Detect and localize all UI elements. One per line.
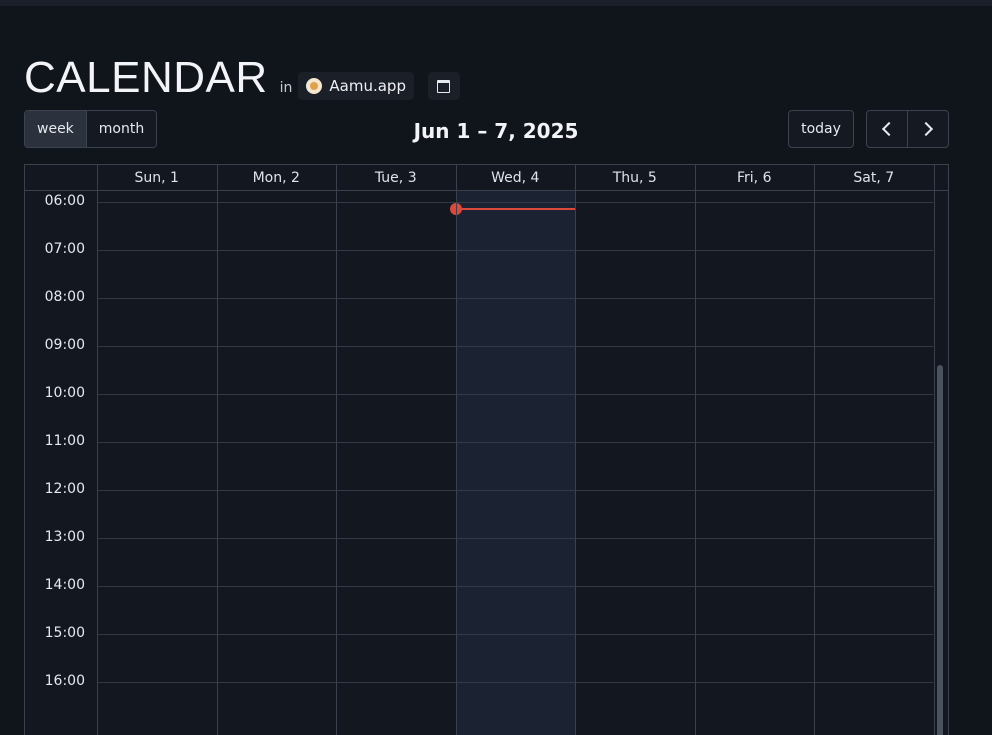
day-column-divider xyxy=(216,165,218,735)
hour-label: 09:00 xyxy=(44,337,85,353)
hour-label: 10:00 xyxy=(44,385,85,401)
hour-label: 08:00 xyxy=(44,289,85,305)
hour-label: 07:00 xyxy=(44,241,85,257)
day-header-row: Sun, 1 Mon, 2 Tue, 3 Wed, 4 Thu, 5 Fri, 6 Sat,… xyxy=(25,165,948,191)
day-header[interactable]: Tue, 3 xyxy=(336,165,456,190)
workspace-selector[interactable]: Aamu.app xyxy=(298,72,414,100)
hour-gridline xyxy=(97,394,933,395)
day-header[interactable]: Wed, 4 xyxy=(456,165,576,190)
day-header[interactable]: Sun, 1 xyxy=(97,165,217,190)
hour-gridline xyxy=(97,202,933,203)
hour-gridline xyxy=(97,250,933,251)
in-label: in xyxy=(279,80,293,96)
day-column-divider xyxy=(455,165,457,735)
hour-gridline xyxy=(97,490,933,491)
hour-gridline xyxy=(97,682,933,683)
hour-label: 11:00 xyxy=(44,433,85,449)
day-column-divider xyxy=(814,165,815,735)
day-header[interactable]: Mon, 2 xyxy=(217,165,337,190)
hour-gridline xyxy=(97,346,933,347)
hour-label: 14:00 xyxy=(44,577,85,593)
hour-gridline xyxy=(97,442,933,443)
top-bar xyxy=(0,0,992,6)
hour-label: 06:00 xyxy=(44,193,85,209)
hour-gridline xyxy=(97,298,933,299)
page-header: CALENDAR in Aamu.app xyxy=(24,54,460,100)
hour-label: 16:00 xyxy=(44,673,85,689)
day-column-divider xyxy=(97,165,98,735)
current-time-line xyxy=(455,208,575,210)
hour-gridline xyxy=(97,586,933,587)
workspace-logo-icon xyxy=(306,78,323,94)
calendar-picker-button[interactable] xyxy=(427,72,460,100)
previous-week-button[interactable] xyxy=(867,111,907,147)
day-column-divider xyxy=(694,165,696,735)
calendar-icon xyxy=(437,79,451,93)
week-calendar-grid: Sun, 1 Mon, 2 Tue, 3 Wed, 4 Thu, 5 Fri, 6 Sat,… xyxy=(24,164,949,735)
date-navigation xyxy=(866,110,949,148)
hour-gridline xyxy=(97,634,933,635)
day-column-divider xyxy=(336,165,337,735)
hour-label: 13:00 xyxy=(44,529,85,545)
chevron-left-icon xyxy=(881,121,897,137)
hour-label: 15:00 xyxy=(44,625,85,641)
today-button[interactable]: today xyxy=(788,110,854,148)
next-week-button[interactable] xyxy=(907,111,948,147)
hour-gridline xyxy=(97,538,933,539)
day-column-divider xyxy=(933,165,935,735)
chevron-right-icon xyxy=(918,121,934,137)
hour-label: 12:00 xyxy=(44,481,85,497)
day-header[interactable]: Thu, 5 xyxy=(575,165,695,190)
workspace-name: Aamu.app xyxy=(329,77,406,95)
vertical-scrollbar[interactable] xyxy=(937,365,943,735)
today-column-highlight xyxy=(455,190,575,735)
day-header[interactable]: Fri, 6 xyxy=(695,165,815,190)
page-title: CALENDAR xyxy=(24,53,268,102)
day-column-divider xyxy=(575,165,576,735)
day-header[interactable]: Sat, 7 xyxy=(814,165,934,190)
